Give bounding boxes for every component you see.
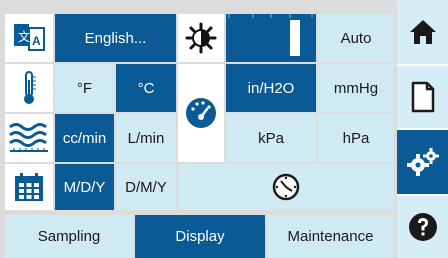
flow-ccmin-option[interactable]: cc/min <box>55 114 114 162</box>
thermometer-icon <box>24 71 36 104</box>
thermometer-icon-cell <box>5 64 53 112</box>
tab-sampling-label: Sampling <box>37 228 101 245</box>
display-settings-screen: 文 A English... Auto °F °C in/H2O mmHg cc… <box>0 0 448 258</box>
language-selected-label: English... <box>84 29 147 47</box>
document-icon <box>411 81 434 113</box>
tab-display-label: Display <box>175 228 225 245</box>
tab-sampling[interactable]: Sampling <box>5 215 133 258</box>
pressure-gauge-icon <box>186 98 216 128</box>
brightness-icon <box>185 22 217 54</box>
settings-button[interactable] <box>397 130 448 194</box>
flow-icon <box>9 123 48 152</box>
tab-display[interactable]: Display <box>135 215 265 258</box>
language-select-button[interactable]: English... <box>55 14 176 62</box>
pressure-inh2o-label: in/H2O <box>247 79 295 97</box>
brightness-slider-thumb[interactable] <box>290 20 300 56</box>
pressure-kpa-option[interactable]: kPa <box>226 114 316 162</box>
pressure-inh2o-option[interactable]: in/H2O <box>226 64 316 112</box>
brightness-slider[interactable] <box>226 14 316 62</box>
gauge-icon-cell <box>178 64 224 162</box>
gears-icon <box>406 148 439 176</box>
clock-settings-button[interactable] <box>178 164 394 210</box>
clock-icon <box>272 173 300 201</box>
temp-celsius-label: °C <box>137 79 155 97</box>
help-button[interactable] <box>397 196 448 258</box>
calendar-icon-cell <box>5 164 53 210</box>
temp-celsius-option[interactable]: °C <box>116 64 176 112</box>
pressure-hpa-option[interactable]: hPa <box>318 114 394 162</box>
language-icon-cell: 文 A <box>5 14 53 62</box>
pressure-mmhg-option[interactable]: mmHg <box>318 64 394 112</box>
date-dmy-label: D/M/Y <box>125 178 167 196</box>
brightness-ticks <box>228 14 313 18</box>
date-mdy-label: M/D/Y <box>63 178 106 196</box>
brightness-auto-button[interactable]: Auto <box>318 14 394 62</box>
brightness-icon-cell <box>178 14 224 62</box>
brightness-auto-label: Auto <box>340 29 372 47</box>
flow-icon-cell <box>5 114 53 162</box>
flow-lmin-option[interactable]: L/min <box>116 114 176 162</box>
temp-fahrenheit-label: °F <box>76 79 93 97</box>
flow-ccmin-label: cc/min <box>62 129 107 147</box>
svg-text:文: 文 <box>18 29 30 44</box>
help-icon <box>408 213 437 241</box>
date-mdy-option[interactable]: M/D/Y <box>55 164 114 210</box>
pressure-mmhg-label: mmHg <box>333 79 379 97</box>
calendar-icon <box>15 173 43 201</box>
home-button[interactable] <box>397 0 448 64</box>
pressure-kpa-label: kPa <box>258 129 284 147</box>
pressure-hpa-label: hPa <box>342 129 370 147</box>
date-dmy-option[interactable]: D/M/Y <box>116 164 176 210</box>
tab-maintenance[interactable]: Maintenance <box>267 215 394 258</box>
language-icon: 文 A <box>14 24 45 51</box>
home-icon <box>409 20 436 44</box>
svg-text:A: A <box>32 34 41 48</box>
tab-maintenance-label: Maintenance <box>287 228 374 245</box>
temp-fahrenheit-option[interactable]: °F <box>55 64 114 112</box>
flow-lmin-label: L/min <box>127 129 165 147</box>
document-button[interactable] <box>397 66 448 128</box>
